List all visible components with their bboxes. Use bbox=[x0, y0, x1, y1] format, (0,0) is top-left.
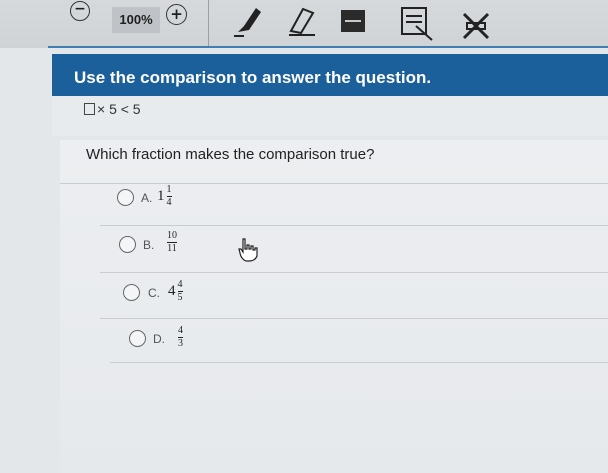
whole-part: 4 bbox=[168, 283, 176, 299]
fraction: 4 3 bbox=[178, 326, 183, 349]
numerator: 4 bbox=[177, 279, 183, 290]
fraction: 10 11 bbox=[167, 231, 177, 254]
option-b-radio[interactable] bbox=[119, 236, 136, 253]
divider bbox=[100, 272, 608, 273]
answer-masking-icon[interactable] bbox=[400, 6, 434, 42]
question-title: Use the comparison to answer the questio… bbox=[74, 68, 432, 87]
divider bbox=[100, 318, 608, 319]
question-prompt: Which fraction makes the comparison true… bbox=[86, 146, 375, 163]
divider bbox=[110, 362, 608, 363]
zoom-out-icon[interactable]: − bbox=[70, 1, 90, 21]
fraction: 1 4 bbox=[166, 184, 172, 208]
divider bbox=[60, 183, 608, 184]
option-letter: B. bbox=[143, 238, 155, 252]
line-reader-icon[interactable] bbox=[460, 10, 492, 42]
eraser-icon[interactable] bbox=[283, 3, 319, 37]
zoom-level: 100% bbox=[112, 7, 160, 33]
option-c-value[interactable]: 4 4 5 bbox=[168, 280, 183, 303]
option-d-radio[interactable] bbox=[129, 330, 146, 347]
toolbar-accent-line bbox=[48, 46, 608, 48]
numerator: 4 bbox=[178, 325, 183, 336]
option-letter: D. bbox=[153, 332, 165, 346]
highlighter-icon[interactable] bbox=[339, 8, 369, 36]
comparison-expression: × 5 < 5 bbox=[97, 101, 141, 117]
toolbar-divider bbox=[208, 0, 209, 46]
denominator: 11 bbox=[167, 243, 177, 254]
divider bbox=[100, 225, 608, 226]
option-b-value[interactable]: 10 11 bbox=[167, 231, 177, 254]
pencil-icon[interactable] bbox=[232, 2, 266, 38]
denominator: 5 bbox=[177, 292, 183, 303]
numerator: 10 bbox=[167, 230, 177, 241]
option-letter: A. bbox=[141, 191, 153, 205]
fraction: 4 5 bbox=[177, 279, 183, 303]
option-letter: C. bbox=[148, 286, 160, 300]
numerator: 1 bbox=[166, 184, 172, 195]
denominator: 4 bbox=[166, 197, 172, 208]
zoom-in-icon[interactable]: + bbox=[166, 4, 187, 25]
denominator: 3 bbox=[178, 338, 183, 349]
whole-part: 1 bbox=[157, 188, 165, 204]
option-c-radio[interactable] bbox=[123, 284, 140, 301]
answer-panel bbox=[60, 140, 608, 473]
hand-cursor-icon bbox=[238, 238, 258, 262]
blank-box bbox=[84, 103, 95, 115]
option-d-value[interactable]: 4 3 bbox=[178, 326, 183, 349]
option-a-value[interactable]: 1 1 4 bbox=[157, 185, 172, 208]
option-a-radio[interactable] bbox=[117, 189, 134, 206]
